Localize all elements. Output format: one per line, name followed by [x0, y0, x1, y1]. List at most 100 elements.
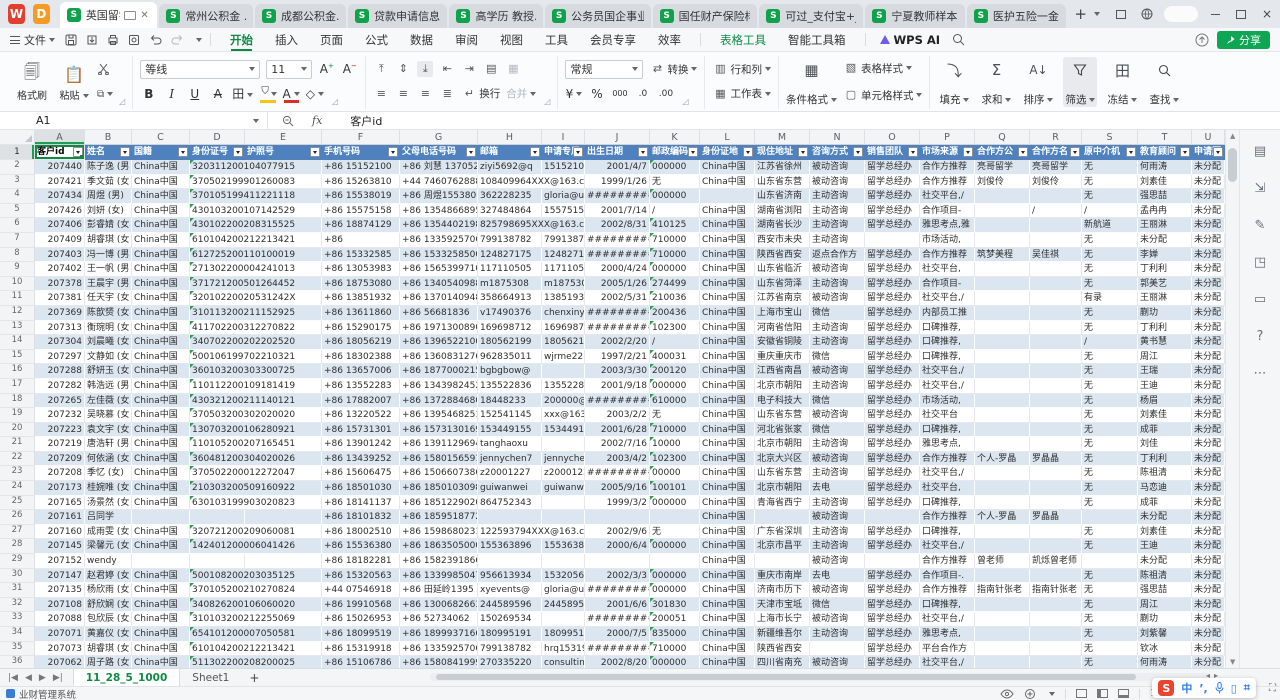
cell[interactable]: 135522836 [478, 379, 542, 394]
group-expand-icon[interactable]: ◿ [544, 97, 550, 106]
cell[interactable]: 新航道 [1082, 218, 1138, 233]
cell[interactable]: 被动咨询 [810, 510, 865, 525]
cell[interactable]: 未分配 [1192, 321, 1225, 336]
cell[interactable]: 无 [1082, 539, 1138, 554]
cell[interactable]: 口碑推荐, [920, 598, 975, 613]
cell[interactable]: ######### [585, 642, 650, 657]
filter-dropdown-icon[interactable] [530, 147, 540, 157]
column-header-I[interactable]: I [542, 130, 585, 145]
cell[interactable]: 市场活动, [920, 394, 975, 409]
document-tab[interactable]: S公务员国企事业单位 [545, 4, 650, 28]
horizontal-scrollbar[interactable] [430, 673, 1210, 681]
layout-switch-icon[interactable] [1108, 0, 1134, 28]
cell[interactable]: 200120 [650, 364, 700, 379]
vertical-scroll-thumb[interactable] [1228, 148, 1237, 182]
cell[interactable]: China中国 [700, 466, 755, 481]
header-cell[interactable]: 手机号码 [322, 145, 400, 160]
cell[interactable]: 被动咨询 [810, 452, 865, 467]
menu-item-数据[interactable]: 数据 [399, 28, 444, 52]
increase-decimal-button[interactable]: .0 [634, 89, 651, 99]
cell[interactable]: 返点合作方 [810, 248, 865, 263]
cell[interactable]: China中国 [700, 204, 755, 219]
header-cell[interactable]: 姓名 [85, 145, 132, 160]
cell[interactable]: 000000 [650, 160, 700, 175]
ime-lang-toggle[interactable]: 中 [1181, 680, 1192, 696]
cell[interactable]: China中国 [132, 656, 190, 668]
decrease-indent-icon[interactable]: ⇤ [439, 61, 455, 77]
cell[interactable]: 未分配 [1192, 291, 1225, 306]
cell[interactable] [1030, 496, 1082, 511]
undo-icon[interactable] [149, 34, 162, 46]
cell[interactable]: 北京大兴区 [755, 452, 810, 467]
cell[interactable]: ######### [585, 248, 650, 263]
zoom-formula-icon[interactable] [282, 115, 294, 127]
cell[interactable]: 陈祖清 [1138, 466, 1192, 481]
cell[interactable]: 无 [1082, 248, 1138, 263]
cell[interactable]: 留学总经办 [865, 335, 920, 350]
cell[interactable]: 微信 [810, 598, 865, 613]
cell[interactable]: 市场活动, [920, 233, 975, 248]
scroll-down-icon[interactable]: ▼ [1230, 658, 1235, 666]
cell[interactable]: +86 1395468251 [400, 408, 478, 423]
cell[interactable] [975, 481, 1030, 496]
cell[interactable]: 社交平台, [920, 481, 975, 496]
cell[interactable] [1030, 525, 1082, 540]
header-cell[interactable]: 市场来源 [920, 145, 975, 160]
cell[interactable] [1030, 233, 1082, 248]
cell[interactable]: 511302200208200025 [190, 656, 322, 668]
cell[interactable]: 河北省张家 [755, 423, 810, 438]
cell[interactable]: China中国 [132, 569, 190, 584]
page-layout-view-icon[interactable] [1097, 689, 1108, 698]
cell[interactable]: 无 [1082, 437, 1138, 452]
cell[interactable]: 500108200203035125 [190, 569, 322, 584]
cell[interactable]: 956613934 [478, 569, 542, 584]
column-header-T[interactable]: T [1138, 130, 1192, 145]
document-tab[interactable]: S高学历 教授.xlsx [449, 4, 543, 28]
mic-icon[interactable] [1215, 682, 1224, 694]
cell[interactable]: 207160 [35, 525, 85, 540]
cell[interactable]: 411702200312270822 [190, 321, 322, 336]
cell[interactable]: 山东省东营 [755, 408, 810, 423]
filter-dropdown-icon[interactable] [466, 147, 476, 157]
cell[interactable]: 207403 [35, 248, 85, 263]
cell[interactable]: 无 [1082, 583, 1138, 598]
chevron-down-icon[interactable] [1049, 692, 1055, 696]
cell[interactable]: 200000@qq [542, 394, 585, 409]
menu-item-页面[interactable]: 页面 [309, 28, 354, 52]
cell[interactable]: 四川省南充 [755, 656, 810, 668]
row-number[interactable]: 12 [0, 306, 35, 321]
cell[interactable] [1030, 379, 1082, 394]
align-right-icon[interactable]: ≡ [417, 86, 433, 102]
cell[interactable]: +86 15320563 [322, 569, 400, 584]
maximize-button[interactable] [1228, 0, 1254, 28]
cell[interactable]: 刘素佳 [1138, 525, 1192, 540]
cell[interactable]: +86 1859518772 [400, 510, 478, 525]
cell[interactable]: 留学总经办 [865, 350, 920, 365]
cell[interactable]: China中国 [700, 277, 755, 292]
row-number[interactable]: 5 [0, 204, 35, 219]
thousands-button[interactable]: 000 [611, 89, 628, 98]
cell[interactable]: 未分配 [1192, 598, 1225, 613]
cell[interactable]: 410125 [650, 218, 700, 233]
cell[interactable]: 刘俊伶 [1030, 175, 1082, 190]
cell[interactable]: China中国 [700, 554, 755, 569]
cell[interactable]: 400031 [650, 350, 700, 365]
cell[interactable]: 340826200106060020 [190, 598, 322, 613]
row-number[interactable]: 32 [0, 598, 35, 613]
cell[interactable]: +86 13053983 [322, 262, 400, 277]
cell[interactable]: 留学总经办 [865, 160, 920, 175]
cell[interactable] [1030, 364, 1082, 379]
cell[interactable]: 207381 [35, 291, 85, 306]
header-cell[interactable]: 咨询方式 [810, 145, 865, 160]
sum-button[interactable]: Σ求和 [979, 57, 1013, 107]
cell[interactable] [190, 554, 245, 569]
docer-logo[interactable]: D [33, 4, 50, 24]
expand-icon[interactable]: ⇲ [1255, 181, 1266, 196]
cell[interactable]: China中国 [700, 262, 755, 277]
cell[interactable]: +86 1582391866 [400, 554, 478, 569]
cell[interactable]: +86 17882007 [322, 394, 400, 409]
column-header-N[interactable]: N [810, 130, 865, 145]
cell[interactable]: China中国 [132, 394, 190, 409]
cell[interactable]: China中国 [700, 598, 755, 613]
quickbar-dropdown-icon[interactable] [196, 38, 202, 42]
